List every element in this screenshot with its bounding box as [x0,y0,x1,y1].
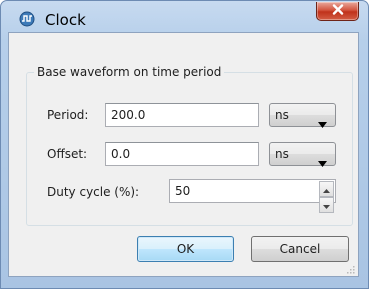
period-input[interactable]: 200.0 [105,103,259,127]
close-button[interactable] [316,2,359,21]
offset-unit-value: ns [275,147,289,161]
window-title: Clock [45,11,86,29]
title-bar[interactable]: Clock [1,1,368,33]
period-label: Period: [47,108,89,122]
arrow-up-icon [323,182,330,196]
period-unit-select[interactable]: ns [269,103,336,128]
spin-down-button[interactable] [319,197,334,213]
spin-up-button[interactable] [319,181,334,197]
groupbox-title: Base waveform on time period [34,64,225,80]
spin-buttons [319,181,334,213]
close-icon [332,4,344,18]
duty-cycle-label: Duty cycle (%): [47,185,140,199]
cancel-button[interactable]: Cancel [251,236,349,262]
ok-button[interactable]: OK [137,236,234,262]
offset-label: Offset: [47,147,88,161]
offset-input[interactable]: 0.0 [105,142,259,166]
chevron-down-icon [318,113,327,128]
duty-cycle-spinbox[interactable]: 50 [169,179,336,213]
duty-cycle-value: 50 [175,184,191,198]
clock-wave-icon [19,11,35,27]
resize-grip-icon[interactable] [345,263,355,274]
chevron-down-icon [318,152,327,167]
arrow-down-icon [323,198,330,212]
offset-unit-select[interactable]: ns [269,142,336,167]
period-unit-value: ns [275,108,289,122]
